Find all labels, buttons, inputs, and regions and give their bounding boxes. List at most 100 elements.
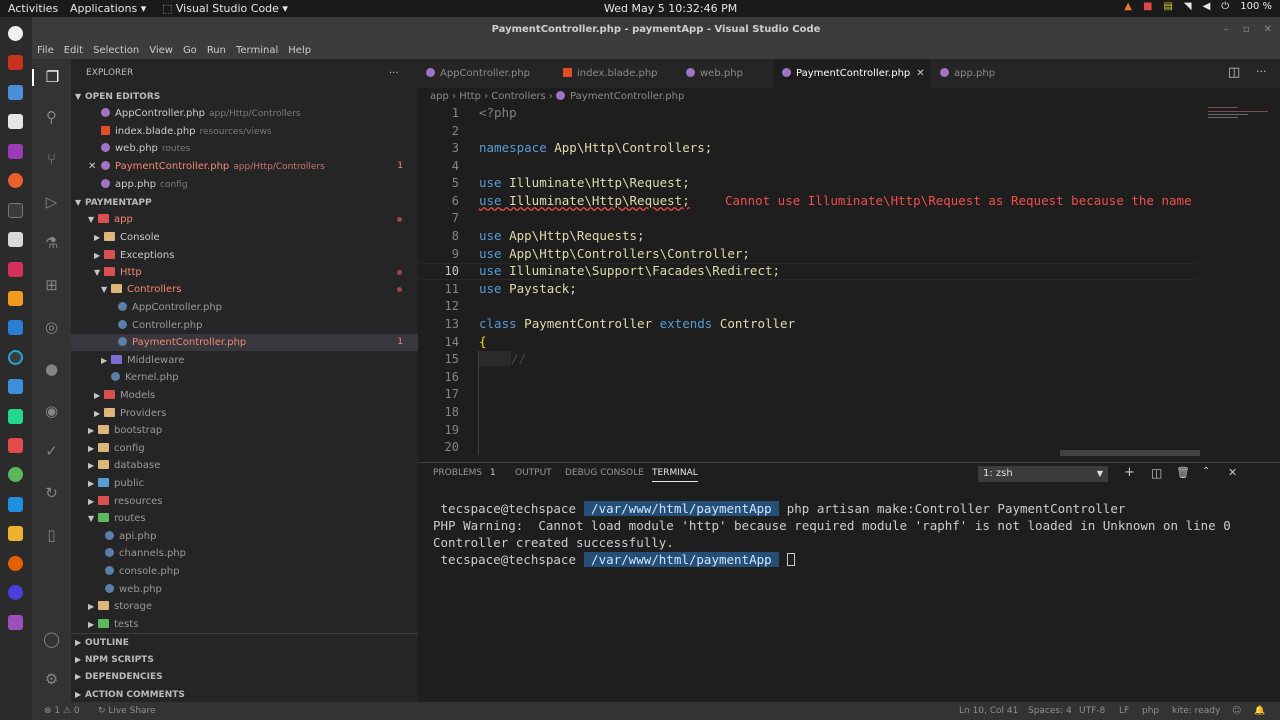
todo-icon[interactable]: ✓ <box>43 443 60 460</box>
tree-file[interactable]: Controller.php <box>71 317 418 334</box>
tree-folder[interactable]: ▼ Http <box>71 264 418 281</box>
tree-folder[interactable]: ▼ routes <box>71 510 418 527</box>
filezilla-icon[interactable] <box>8 55 23 70</box>
menu-terminal[interactable]: Terminal <box>231 43 283 59</box>
live-share-status[interactable]: ↻ Live Share <box>98 702 156 720</box>
project-section[interactable]: ▼ PAYMENTAPP <box>71 194 418 211</box>
tab-terminal[interactable]: TERMINAL <box>652 468 698 482</box>
indentation[interactable]: Spaces: 4 <box>1028 702 1072 720</box>
tree-folder[interactable]: ▶ config <box>71 440 418 457</box>
system-tray[interactable]: ▲ ■ ▤ ◥ ◀ ⏻ 100 % <box>1124 1 1272 12</box>
menu-view[interactable]: View <box>144 43 178 59</box>
vlc-icon[interactable] <box>8 526 23 541</box>
tree-folder[interactable]: ▶ Console <box>71 229 418 246</box>
line-endings[interactable]: LF <box>1119 702 1129 720</box>
cursor-position[interactable]: Ln 10, Col 41 <box>959 702 1018 720</box>
phpstorm-icon[interactable] <box>8 144 23 159</box>
gitlens-icon[interactable]: ◉ <box>43 403 60 420</box>
code-editor[interactable]: 1 2 3 4 5 6 7 8 9 10 11 12 13 14 15 16 1… <box>418 105 1280 458</box>
jetbrains-icon[interactable] <box>8 262 23 277</box>
tree-folder[interactable]: ▶ Middleware <box>71 352 418 369</box>
tree-file[interactable]: web.php <box>71 581 418 598</box>
extensions-icon[interactable]: ⊞ <box>43 277 60 294</box>
database-icon[interactable]: ▯ <box>43 527 60 544</box>
firefox-icon[interactable] <box>8 556 23 571</box>
outline-section[interactable]: ▶ OUTLINE <box>71 633 418 650</box>
language-mode[interactable]: php <box>1142 702 1159 720</box>
menu-selection[interactable]: Selection <box>88 43 144 59</box>
close-editor-icon[interactable]: ✕ <box>88 158 101 175</box>
remote-explorer-icon[interactable]: ◎ <box>43 319 60 336</box>
breadcrumb-item[interactable]: Controllers <box>491 91 545 102</box>
writer-icon[interactable] <box>8 85 23 100</box>
tree-folder[interactable]: ▶ Providers <box>71 405 418 422</box>
terminal-icon[interactable] <box>8 203 23 218</box>
app-icon[interactable] <box>8 585 23 600</box>
terminal-select[interactable]: 1: zsh ▼ <box>978 466 1108 482</box>
tree-folder[interactable]: ▶ bootstrap <box>71 422 418 439</box>
volume-icon[interactable]: ◀ <box>1203 1 1211 12</box>
tree-folder[interactable]: ▶ storage <box>71 598 418 615</box>
tab-index-blade[interactable]: index.blade.php <box>555 59 675 88</box>
accounts-icon[interactable]: ◯ <box>43 631 60 648</box>
laravel-icon[interactable] <box>8 438 23 453</box>
menu-file[interactable]: File <box>32 43 59 59</box>
menu-go[interactable]: Go <box>178 43 202 59</box>
tree-file[interactable]: Kernel.php <box>71 369 418 386</box>
tree-folder[interactable]: ▶ public <box>71 475 418 492</box>
search-icon[interactable]: ⚲ <box>43 109 60 126</box>
kite-status[interactable]: kite: ready <box>1172 702 1220 720</box>
npm-scripts-section[interactable]: ▶ NPM SCRIPTS <box>71 651 418 668</box>
open-editor-item-active[interactable]: ✕ PaymentController.php app/Http/Controlle… <box>71 158 418 175</box>
docker-icon[interactable] <box>8 497 23 512</box>
update-icon[interactable]: ▲ <box>1124 1 1132 12</box>
maximize-panel-icon[interactable]: ⌃ <box>1202 466 1210 477</box>
text-editor-icon[interactable] <box>8 232 23 247</box>
close-tab-icon[interactable]: ✕ <box>916 68 924 79</box>
editor-icon[interactable] <box>8 379 23 394</box>
tree-file-selected[interactable]: PaymentController.php 1 <box>71 334 418 351</box>
tree-folder[interactable]: ▶ Exceptions <box>71 247 418 264</box>
menu-edit[interactable]: Edit <box>59 43 88 59</box>
problems-status[interactable]: ⊗ 1 ⚠ 0 <box>44 702 80 720</box>
clock[interactable]: Wed May 5 10:32:46 PM <box>604 2 737 15</box>
open-editor-item[interactable]: app.php config <box>71 176 418 193</box>
tree-file[interactable]: api.php <box>71 528 418 545</box>
tab-web[interactable]: web.php <box>678 59 773 88</box>
notifications-icon[interactable]: 🔔 <box>1254 702 1265 720</box>
encoding[interactable]: UTF-8 <box>1079 702 1105 720</box>
open-editor-item[interactable]: AppController.php app/Http/Controllers <box>71 105 418 122</box>
breadcrumb-item[interactable]: app <box>430 91 449 102</box>
postman-icon[interactable] <box>8 173 23 188</box>
minimize-icon[interactable]: – <box>1224 17 1229 43</box>
open-editor-item[interactable]: index.blade.php resources/views <box>71 123 418 140</box>
tree-folder[interactable]: ▶ Models <box>71 387 418 404</box>
android-icon[interactable] <box>8 467 23 482</box>
show-apps-icon[interactable] <box>8 615 23 630</box>
tree-folder[interactable]: ▶ resources <box>71 493 418 510</box>
menu-help[interactable]: Help <box>283 43 316 59</box>
tree-folder[interactable]: ▶ database <box>71 457 418 474</box>
kill-terminal-icon[interactable]: 🗑 <box>1176 466 1190 479</box>
tree-folder[interactable]: ▼ Controllers <box>71 281 418 298</box>
power-icon[interactable]: ⏻ <box>1221 1 1229 12</box>
live-share-icon[interactable]: ↻ <box>43 485 60 502</box>
app-menu[interactable]: ⬚ Visual Studio Code ▾ <box>162 2 288 15</box>
action-comments-section[interactable]: ▶ ACTION COMMENTS <box>71 686 418 703</box>
activities-button[interactable]: Activities <box>8 2 58 15</box>
tab-appcontroller[interactable]: AppController.php <box>418 59 553 88</box>
horizontal-scrollbar[interactable] <box>1060 450 1200 456</box>
close-icon[interactable]: ✕ <box>1264 17 1272 43</box>
vscode-icon[interactable] <box>8 320 23 335</box>
maximize-icon[interactable]: ▫ <box>1243 17 1250 43</box>
browser-icon[interactable] <box>8 26 23 41</box>
dependencies-section[interactable]: ▶ DEPENDENCIES <box>71 668 418 685</box>
applications-menu[interactable]: Applications ▾ <box>70 2 146 15</box>
manage-gear-icon[interactable]: ⚙ <box>43 671 60 688</box>
notes-icon[interactable]: ▤ <box>1163 1 1172 12</box>
source-control-icon[interactable]: ⑂ <box>43 151 60 168</box>
open-editors-section[interactable]: ▼ OPEN EDITORS <box>71 88 418 105</box>
more-actions-icon[interactable]: ··· <box>389 65 409 82</box>
tab-app[interactable]: app.php <box>932 59 1032 88</box>
battery-label[interactable]: 100 % <box>1240 1 1272 12</box>
